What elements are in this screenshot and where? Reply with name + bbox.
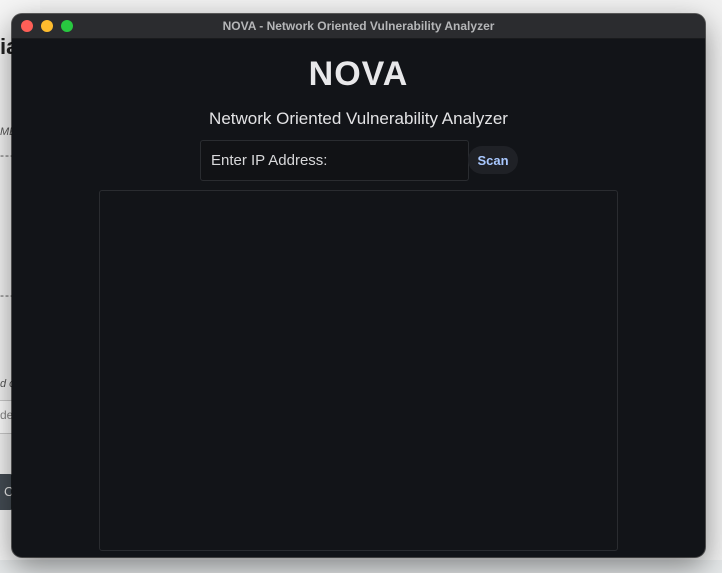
scan-output-area[interactable] bbox=[99, 190, 618, 551]
window-titlebar[interactable]: NOVA - Network Oriented Vulnerability An… bbox=[12, 14, 705, 39]
background-bottom-strip bbox=[0, 560, 722, 573]
app-content: NOVA Network Oriented Vulnerability Anal… bbox=[12, 39, 705, 557]
app-subtitle: Network Oriented Vulnerability Analyzer bbox=[209, 109, 508, 128]
window-title: NOVA - Network Oriented Vulnerability An… bbox=[222, 19, 495, 33]
app-window: NOVA - Network Oriented Vulnerability An… bbox=[12, 14, 705, 557]
app-title: NOVA bbox=[308, 55, 409, 93]
ip-address-input[interactable] bbox=[200, 140, 469, 181]
scan-button[interactable]: Scan bbox=[468, 146, 518, 174]
desktop: ia ME --- --- d o de C NOVA - Network Or… bbox=[0, 0, 722, 573]
